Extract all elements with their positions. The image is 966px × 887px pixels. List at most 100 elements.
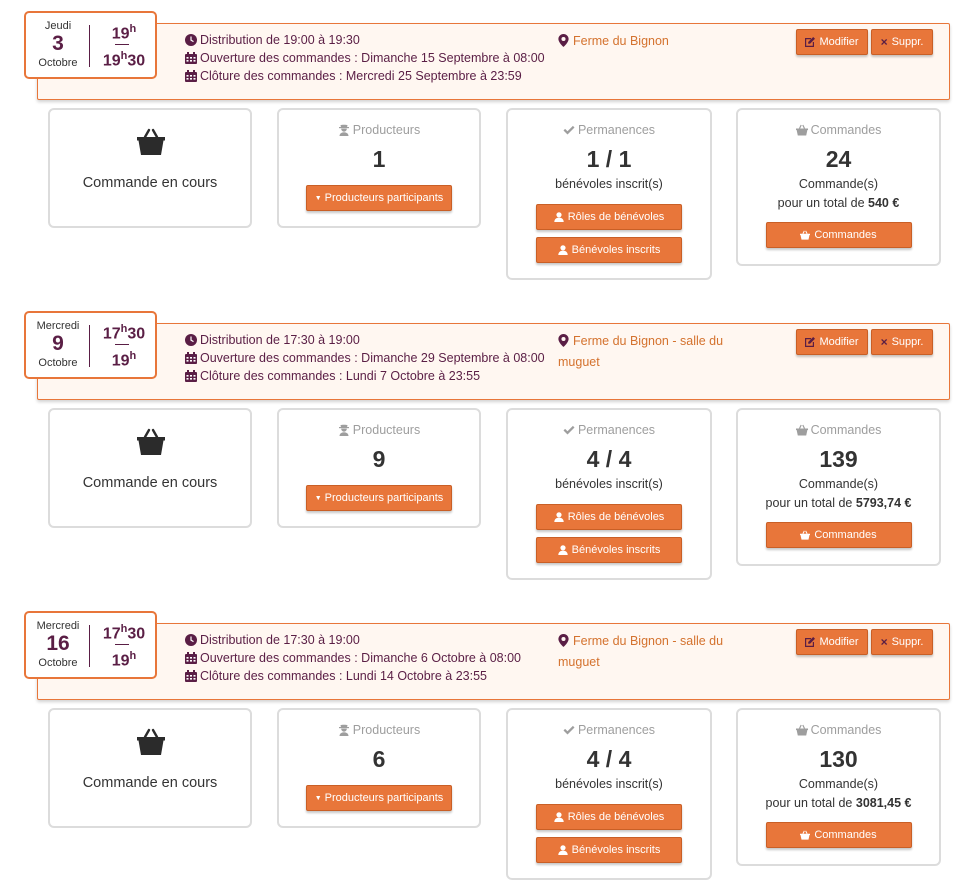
- distribution-info: Distribution de 17:30 à 19:00 Ouverture …: [185, 331, 545, 385]
- place-name: Ferme du Bignon: [573, 34, 669, 48]
- user-icon: [557, 545, 568, 555]
- shifts-subtitle: bénévoles inscrit(s): [555, 477, 663, 491]
- basket-icon: [800, 230, 811, 240]
- modify-button[interactable]: Modifier: [796, 329, 868, 355]
- schedule-row: Distribution de 19:00 à 19:30: [185, 31, 545, 49]
- farmer-icon: [338, 424, 349, 436]
- orders-total: pour un total de 5793,74 €: [765, 496, 912, 510]
- orders-subtitle: Commande(s): [798, 477, 879, 491]
- participating-producers-button[interactable]: ▼ Producteurs participants: [306, 185, 452, 211]
- check-icon: [563, 125, 575, 135]
- map-marker-icon: [558, 334, 569, 347]
- end-time: 19h30: [102, 50, 146, 70]
- delete-button[interactable]: × Suppr.: [871, 29, 933, 55]
- producers-count: 1: [372, 146, 386, 172]
- edit-icon: [805, 337, 816, 347]
- volunteer-roles-button[interactable]: Rôles de bénévoles: [536, 804, 682, 830]
- basket-icon: [137, 428, 165, 455]
- modify-button[interactable]: Modifier: [796, 29, 868, 55]
- distribution-block: Mercredi 9 Octobre 17h30 19h Distributio…: [0, 300, 966, 580]
- calendar-icon: [185, 52, 197, 64]
- orders-title: Commandes: [738, 423, 939, 437]
- schedule-row: Distribution de 17:30 à 19:00: [185, 331, 545, 349]
- closing-row: Clôture des commandes : Lundi 7 Octobre …: [185, 367, 545, 385]
- orders-total-amount: 5793,74 €: [855, 496, 912, 510]
- calendar-icon: [185, 352, 197, 364]
- orders-button[interactable]: Commandes: [765, 522, 912, 548]
- month: Octobre: [38, 57, 78, 69]
- start-time: 17h30: [102, 623, 146, 643]
- place-link[interactable]: Ferme du Bignon - salle du muguet: [558, 331, 738, 373]
- orders-button[interactable]: Commandes: [765, 222, 912, 248]
- status-card: Commande en cours: [48, 108, 252, 228]
- end-time: 19h: [111, 650, 137, 670]
- check-icon: [563, 725, 575, 735]
- orders-count: 24: [825, 146, 852, 172]
- basket-icon: [800, 830, 811, 840]
- modify-button[interactable]: Modifier: [796, 629, 868, 655]
- basket-icon: [137, 728, 165, 755]
- shifts-title: Permanences: [508, 123, 710, 137]
- place-link[interactable]: Ferme du Bignon: [558, 31, 738, 52]
- place-name: Ferme du Bignon - salle du muguet: [558, 634, 724, 669]
- registered-volunteers-button[interactable]: Bénévoles inscrits: [536, 237, 682, 263]
- basket-icon: [795, 724, 808, 736]
- basket-icon: [800, 530, 811, 540]
- producers-card: Producteurs 1 ▼ Producteurs participants: [277, 108, 481, 228]
- status-card: Commande en cours: [48, 408, 252, 528]
- map-marker-icon: [558, 634, 569, 647]
- shifts-card: Permanences 1 / 1 bénévoles inscrit(s) R…: [506, 108, 712, 280]
- weekday: Mercredi: [36, 620, 80, 632]
- clock-icon: [185, 634, 197, 646]
- weekday: Mercredi: [36, 320, 80, 332]
- map-marker-icon: [558, 34, 569, 47]
- calendar-icon: [185, 652, 197, 664]
- delete-button[interactable]: × Suppr.: [871, 329, 933, 355]
- orders-card: Commandes 130 Commande(s) pour un total …: [736, 708, 941, 866]
- delete-button[interactable]: × Suppr.: [871, 629, 933, 655]
- time-divider: [115, 344, 129, 345]
- end-time: 19h: [111, 350, 137, 370]
- orders-total-amount: 3081,45 €: [855, 796, 912, 810]
- date-badge: Jeudi 3 Octobre 19h 19h30: [24, 11, 157, 79]
- volunteer-roles-button[interactable]: Rôles de bénévoles: [536, 204, 682, 230]
- orders-button[interactable]: Commandes: [765, 822, 912, 848]
- close-icon: ×: [880, 635, 888, 649]
- orders-total: pour un total de 540 €: [777, 196, 900, 210]
- day-number: 9: [52, 332, 64, 355]
- status-label: Commande en cours: [82, 175, 218, 191]
- orders-subtitle: Commande(s): [798, 177, 879, 191]
- shifts-card: Permanences 4 / 4 bénévoles inscrit(s) R…: [506, 708, 712, 880]
- opening-row: Ouverture des commandes : Dimanche 6 Oct…: [185, 649, 521, 667]
- closing-row: Clôture des commandes : Lundi 14 Octobre…: [185, 667, 521, 685]
- shifts-title: Permanences: [508, 723, 710, 737]
- user-icon: [553, 512, 564, 522]
- volunteer-roles-button[interactable]: Rôles de bénévoles: [536, 504, 682, 530]
- producers-card: Producteurs 6 ▼ Producteurs participants: [277, 708, 481, 828]
- clock-icon: [185, 34, 197, 46]
- status-label: Commande en cours: [82, 475, 218, 491]
- time-divider: [115, 44, 129, 45]
- distribution-block: Jeudi 3 Octobre 19h 19h30 Distribution d…: [0, 0, 966, 280]
- place-link[interactable]: Ferme du Bignon - salle du muguet: [558, 631, 738, 673]
- orders-count: 130: [819, 746, 858, 772]
- basket-icon: [795, 124, 808, 136]
- calendar-icon: [185, 70, 197, 82]
- producers-title: Producteurs: [279, 423, 479, 437]
- orders-total-amount: 540 €: [868, 196, 900, 210]
- producers-count: 6: [372, 746, 386, 772]
- clock-icon: [185, 334, 197, 346]
- user-icon: [553, 212, 564, 222]
- day-number: 16: [46, 632, 70, 655]
- registered-volunteers-button[interactable]: Bénévoles inscrits: [536, 837, 682, 863]
- participating-producers-button[interactable]: ▼ Producteurs participants: [306, 485, 452, 511]
- edit-icon: [805, 637, 816, 647]
- basket-icon: [795, 424, 808, 436]
- participating-producers-button[interactable]: ▼ Producteurs participants: [306, 785, 452, 811]
- orders-card: Commandes 24 Commande(s) pour un total d…: [736, 108, 941, 266]
- date-separator: [89, 625, 90, 667]
- user-icon: [557, 845, 568, 855]
- registered-volunteers-button[interactable]: Bénévoles inscrits: [536, 537, 682, 563]
- check-icon: [563, 425, 575, 435]
- distribution-block: Mercredi 16 Octobre 17h30 19h Distributi…: [0, 600, 966, 880]
